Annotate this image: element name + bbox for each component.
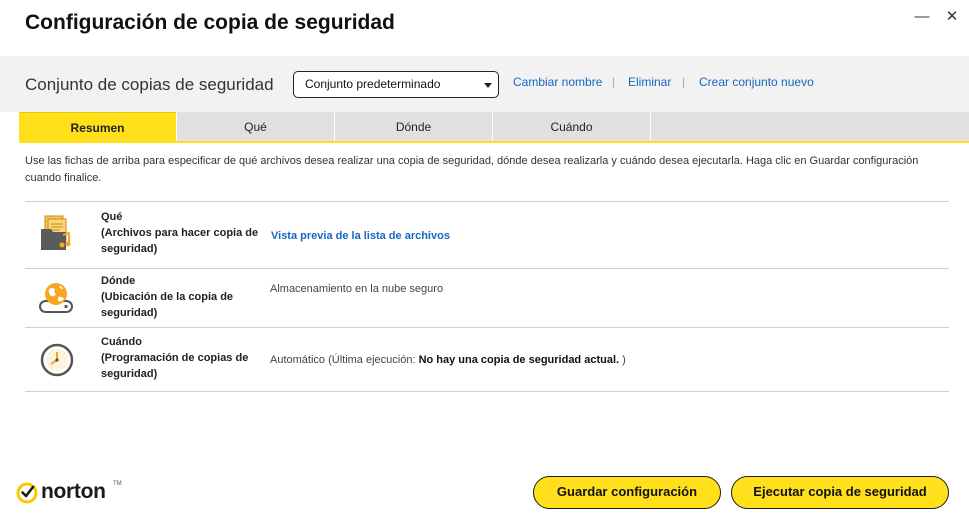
tab-what[interactable]: Qué xyxy=(177,112,335,142)
create-set-link[interactable]: Crear conjunto nuevo xyxy=(699,75,814,89)
backup-set-label: Conjunto de copias de seguridad xyxy=(25,75,274,94)
tab-summary[interactable]: Resumen xyxy=(19,112,177,142)
window-title: Configuración de copia de seguridad xyxy=(25,11,395,34)
where-label: Dónde (Ubicación de la copia de segurida… xyxy=(101,273,261,321)
chevron-down-icon xyxy=(484,83,492,88)
when-subtitle: (Programación de copias de seguridad) xyxy=(101,352,249,380)
backup-set-selected-value: Conjunto predeterminado xyxy=(305,77,441,91)
title-bar: Configuración de copia de seguridad — ✕ xyxy=(0,0,969,56)
when-value-status: No hay una copia de seguridad actual. xyxy=(418,354,620,366)
cloud-drive-globe-icon xyxy=(38,280,74,316)
when-value-prefix: Automático (Última ejecución: xyxy=(270,354,419,366)
row-divider xyxy=(25,391,949,392)
where-subtitle: (Ubicación de la copia de seguridad) xyxy=(101,291,234,319)
what-title: Qué xyxy=(101,211,123,223)
when-value: Automático (Última ejecución: No hay una… xyxy=(270,354,626,366)
when-title: Cuándo xyxy=(101,336,142,348)
when-label: Cuándo (Programación de copias de seguri… xyxy=(101,334,261,382)
backup-set-select[interactable]: Conjunto predeterminado xyxy=(293,71,499,98)
row-divider xyxy=(25,201,949,202)
preview-file-list-link[interactable]: Vista previa de la lista de archivos xyxy=(271,230,450,242)
when-value-suffix: ) xyxy=(619,354,626,366)
trademark-mark: TM xyxy=(113,481,122,487)
delete-link[interactable]: Eliminar xyxy=(628,75,671,89)
row-divider xyxy=(25,327,949,328)
what-subtitle: (Archivos para hacer copia de seguridad) xyxy=(101,227,259,255)
tab-where[interactable]: Dónde xyxy=(335,112,493,142)
norton-check-icon xyxy=(16,482,38,504)
minimize-button[interactable]: — xyxy=(910,6,934,28)
link-separator: | xyxy=(682,75,686,89)
close-button[interactable]: ✕ xyxy=(940,6,964,28)
row-divider xyxy=(25,268,949,269)
tab-bar: Resumen Qué Dónde Cuándo xyxy=(19,112,969,142)
files-folder-icon xyxy=(38,215,74,251)
rename-link[interactable]: Cambiar nombre xyxy=(513,75,602,89)
where-value: Almacenamiento en la nube seguro xyxy=(270,283,444,295)
where-title: Dónde xyxy=(101,275,136,287)
norton-brand-text: norton xyxy=(41,480,106,503)
backup-set-bar: Conjunto de copias de seguridad Conjunto… xyxy=(0,56,969,112)
what-label: Qué (Archivos para hacer copia de seguri… xyxy=(101,209,261,257)
tab-when[interactable]: Cuándo xyxy=(493,112,651,142)
clock-icon xyxy=(39,342,75,378)
link-separator: | xyxy=(612,75,616,89)
tab-underline xyxy=(19,141,969,143)
intro-text: Use las fichas de arriba para especifica… xyxy=(25,155,919,184)
save-settings-button[interactable]: Guardar configuración xyxy=(533,476,721,509)
run-backup-button[interactable]: Ejecutar copia de seguridad xyxy=(731,476,949,509)
